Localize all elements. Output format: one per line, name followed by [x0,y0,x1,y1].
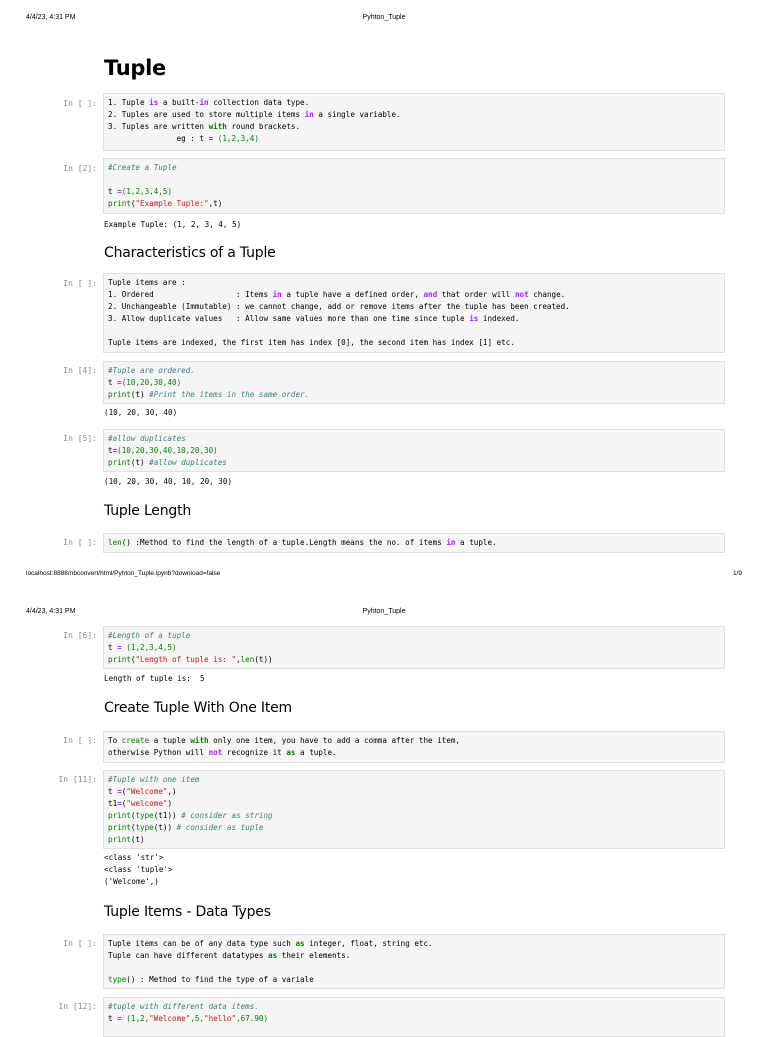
code-line: To create a tuple with only one item, yo… [108,736,461,745]
footer-page: 1/9 [732,570,742,577]
cell-prompt: In [ ]: [63,538,97,547]
header-title: Pyhton_Tuple [362,14,406,21]
code-line: t =("Welcome",) [108,787,177,796]
cell-prompt: In [ ]: [63,939,97,948]
code-cell-duplicates[interactable]: #allow duplicates t=(10,20,30,40,10,20,3… [103,429,725,472]
code-cell-datatypes[interactable]: #tuple with different data items. t = (1… [103,997,725,1037]
code-line: type() : Method to find the type of a va… [108,975,314,984]
cell-output: Length of tuple is: 5 [104,674,205,683]
code-line: 2. Unchangeable (Immutable) : we cannot … [108,302,570,311]
section-heading: Create Tuple With One Item [104,700,292,716]
page-title: Tuple [104,56,166,80]
code-line: print(t) [108,835,145,844]
code-cell-intro[interactable]: 1. Tuple is a built-in collection data t… [103,93,725,151]
code-comment: #allow duplicates [108,434,186,443]
code-cell-datatypes-md[interactable]: Tuple items can be of any data type such… [103,934,725,989]
code-comment: #Tuple with one item [108,775,200,784]
code-cell-length[interactable]: #Length of a tuple t = (1,2,3,4,5) print… [103,626,725,669]
code-line: Tuple items can be of any data type such… [108,939,433,948]
code-comment: #Length of a tuple [108,631,191,640]
code-line: 3. Allow duplicate values : Allow same v… [108,314,520,323]
header-title: Pyhton_Tuple [362,608,406,615]
cell-prompt: In [5]: [63,434,97,443]
cell-prompt: In [11]: [58,775,97,784]
section-heading: Characteristics of a Tuple [104,245,276,261]
cell-prompt: In [6]: [63,631,97,640]
code-line: print(t) #allow duplicates [108,458,227,467]
code-line: otherwise Python will not recognize it a… [108,748,337,757]
cell-prompt: In [2]: [63,164,97,173]
cell-prompt: In [ ]: [63,279,97,288]
page-footer: localhost:8888/nbconvert/html/Pyhton_Tup… [0,570,768,582]
section-heading: Tuple Items - Data Types [104,904,271,920]
code-line: t =(10,20,30,40) [108,378,182,387]
cell-output: <class 'str'> <class 'tuple'> ('Welcome'… [104,853,173,886]
code-line: 1. Ordered : Items in a tuple have a def… [108,290,566,299]
cell-prompt: In [12]: [58,1002,97,1011]
page-header: 4/4/23, 4:31 PM Pyhton_Tuple [0,14,768,28]
code-line: print(type(t1)) # consider as string [108,811,273,820]
code-cell-ordered[interactable]: #Tuple are ordered. t =(10,20,30,40) pri… [103,361,725,404]
cell-output: (10, 20, 30, 40, 10, 20, 30) [104,477,233,486]
code-line: Tuple can have different datatypes as th… [108,951,351,960]
code-cell-length-md[interactable]: len() :Method to find the length of a tu… [103,533,725,553]
code-line: print("Example Tuple:",t) [108,199,223,208]
section-heading: Tuple Length [104,503,192,519]
code-line: Tuple items are indexed, the first item … [108,338,515,347]
code-line: 3. Tuples are written with round bracket… [108,122,301,131]
cell-output: Example Tuple: (1, 2, 3, 4, 5) [104,220,242,229]
code-line: Tuple items are : [108,278,186,287]
cell-prompt: In [ ]: [63,99,97,108]
cell-output: (10, 20, 30, 40) [104,408,178,417]
code-line: t1=("welcome") [108,799,173,808]
code-cell-one-item-md[interactable]: To create a tuple with only one item, yo… [103,731,725,763]
page-header: 4/4/23, 4:31 PM Pyhton_Tuple [0,608,768,622]
code-line: eg : t = (1,2,3,4) [108,134,259,143]
cell-prompt: In [ ]: [63,736,97,745]
code-line: t=(10,20,30,40,10,20,30) [108,446,218,455]
code-line: print(t) #Print the items in the same or… [108,390,310,399]
cell-prompt: In [4]: [63,366,97,375]
footer-url: localhost:8888/nbconvert/html/Pyhton_Tup… [26,570,221,577]
code-line: 2. Tuples are used to store multiple ite… [108,110,401,119]
code-cell-characteristics[interactable]: Tuple items are : 1. Ordered : Items in … [103,273,725,353]
code-line: print(type(t)) # consider as tuple [108,823,264,832]
code-cell-create-tuple[interactable]: #Create a Tuple t =(1,2,3,4,5) print("Ex… [103,158,725,214]
code-line: t = (1,2,"Welcome",5,"hello",67.90) [108,1014,269,1023]
code-line: t =(1,2,3,4,5) [108,187,173,196]
code-comment: #Tuple are ordered. [108,366,195,375]
code-line: len() :Method to find the length of a tu… [108,538,497,547]
code-line: print("Length of tuple is: ",len(t)) [108,655,273,664]
code-comment: #Create a Tuple [108,163,177,172]
code-comment: #tuple with different data items. [108,1002,259,1011]
code-line: t = (1,2,3,4,5) [108,643,177,652]
code-cell-one-item[interactable]: #Tuple with one item t =("Welcome",) t1=… [103,770,725,849]
code-line: 1. Tuple is a built-in collection data t… [108,98,310,107]
